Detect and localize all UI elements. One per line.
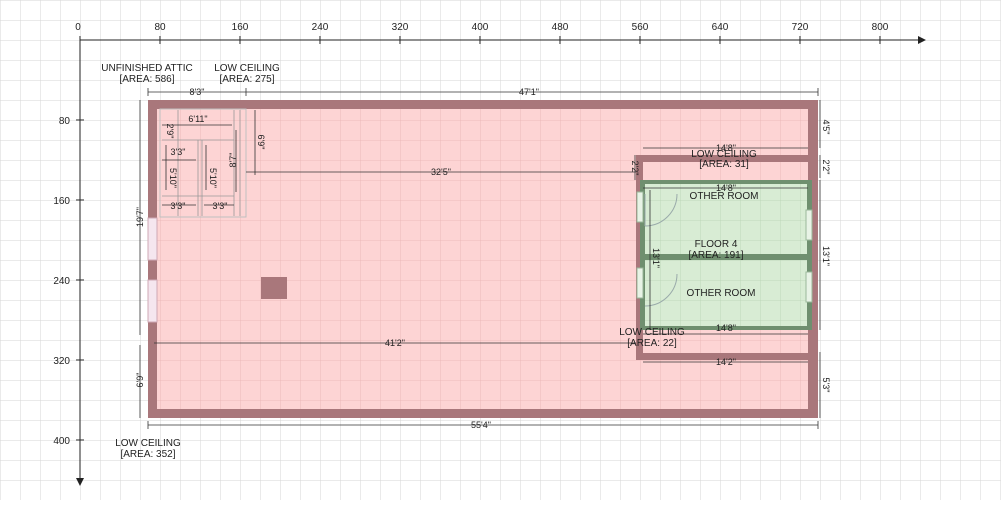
dimension-label: 47'1" [519, 87, 539, 97]
dimension-label: 13'1" [651, 248, 661, 268]
dimension-label: 2'2" [630, 161, 640, 176]
x-tick-label: 800 [872, 22, 889, 33]
x-tick-label: 480 [552, 22, 569, 33]
window-left-lower[interactable] [147, 279, 158, 323]
x-tick-label: 400 [472, 22, 489, 33]
room-name: OTHER ROOM [687, 288, 756, 299]
room-name: FLOOR 4 [695, 239, 738, 250]
room-name: LOW CEILING [115, 438, 181, 449]
y-tick-label: 320 [53, 356, 70, 367]
y-tick-label: 80 [59, 116, 71, 127]
room-area: [AREA: 22] [627, 338, 677, 349]
dimension-label: 5'10" [168, 168, 178, 188]
dimension-label: 19'7" [135, 207, 145, 227]
room-area: [AREA: 586] [119, 74, 174, 85]
dimension-label: 41'2" [385, 338, 405, 348]
dimension-label: 3'3" [171, 201, 186, 211]
x-tick-label: 0 [75, 22, 81, 33]
dimension-label: 6'9" [256, 135, 266, 150]
floor-plan-svg: 0 80 160 240 320 400 480 560 640 720 800 80 160 240 3… [0, 0, 1001, 500]
x-tick-label: 320 [392, 22, 409, 33]
dimension-label: 4'5" [821, 120, 831, 135]
dimension-label: 14'2" [716, 357, 736, 367]
dimension-label: 14'8" [716, 323, 736, 333]
dimension-label: 5'10" [208, 168, 218, 188]
room-name: UNFINISHED ATTIC [101, 63, 192, 74]
room-area: [AREA: 275] [219, 74, 274, 85]
window-room-right-bottom[interactable] [805, 271, 813, 303]
floor-plan-canvas[interactable]: 0 80 160 240 320 400 480 560 640 720 800 80 160 240 3… [0, 0, 1001, 500]
chimney-block[interactable] [261, 277, 287, 299]
dimension-label: 55'4" [471, 420, 491, 430]
y-tick-label: 160 [53, 196, 70, 207]
room-name: LOW CEILING [619, 327, 685, 338]
x-tick-label: 720 [792, 22, 809, 33]
dimension-label: 6'9" [135, 373, 145, 388]
x-tick-label: 80 [154, 22, 166, 33]
dimension-label: 8'7" [228, 153, 238, 168]
dimension-label: 13'1" [821, 246, 831, 266]
window-left-upper[interactable] [147, 217, 158, 261]
dimension-label: 32'5" [431, 167, 451, 177]
room-area: [AREA: 352] [120, 449, 175, 460]
dimension-label: 8'3" [190, 87, 205, 97]
x-tick-label: 240 [312, 22, 329, 33]
x-tick-label: 560 [632, 22, 649, 33]
dimension-label: 3'3" [213, 201, 228, 211]
y-tick-label: 400 [53, 436, 70, 447]
dimension-label: 6'11" [188, 114, 207, 124]
dimension-label: 2'2" [821, 160, 831, 175]
dimension-label: 3'3" [171, 147, 186, 157]
window-room-left-bottom[interactable] [636, 267, 644, 299]
room-name: LOW CEILING [214, 63, 280, 74]
x-tick-label: 160 [232, 22, 249, 33]
window-room-left-top[interactable] [636, 191, 644, 223]
dimension-label: 5'3" [821, 378, 831, 393]
dimension-label: 2'9" [165, 124, 175, 139]
dimension-label: 14'8" [716, 143, 736, 153]
room-area: [AREA: 191] [688, 250, 743, 261]
room-area: [AREA: 31] [699, 159, 749, 170]
window-room-right-top[interactable] [805, 209, 813, 241]
dimension-label: 14'8" [716, 183, 736, 193]
x-tick-label: 640 [712, 22, 729, 33]
y-tick-label: 240 [53, 276, 70, 287]
